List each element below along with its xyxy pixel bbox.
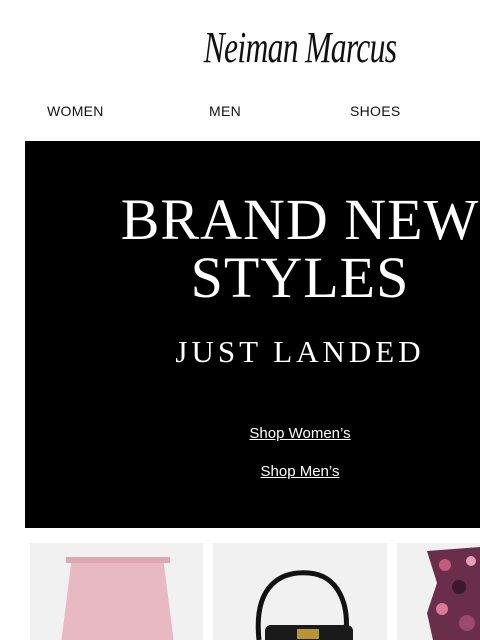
product-tile-skirt[interactable] [30, 543, 203, 640]
hero-title-line1: BRAND NEW [120, 187, 480, 252]
main-nav: WOMEN MEN SHOES [0, 103, 480, 123]
shop-men-link[interactable]: Shop Men’s [25, 463, 480, 480]
shop-women-link[interactable]: Shop Women’s [25, 425, 480, 442]
product-tile-bag[interactable] [213, 543, 387, 640]
skirt-image [60, 561, 175, 640]
hero-banner[interactable]: BRAND NEW STYLES JUST LANDED Shop Women’… [25, 141, 480, 528]
brand-logo[interactable]: Neiman Marcus [84, 22, 480, 73]
hero-subtitle: JUST LANDED [175, 334, 425, 369]
nav-women[interactable]: WOMEN [47, 103, 104, 119]
hero-title: BRAND NEW STYLES [25, 191, 480, 307]
product-tile-top[interactable] [397, 543, 480, 640]
nav-shoes[interactable]: SHOES [350, 103, 401, 119]
nav-men[interactable]: MEN [209, 103, 241, 119]
skirt-waistband [66, 557, 170, 563]
bag-image [255, 570, 353, 640]
hero-title-line2: STYLES [190, 245, 410, 310]
printed-top-image [427, 547, 480, 640]
